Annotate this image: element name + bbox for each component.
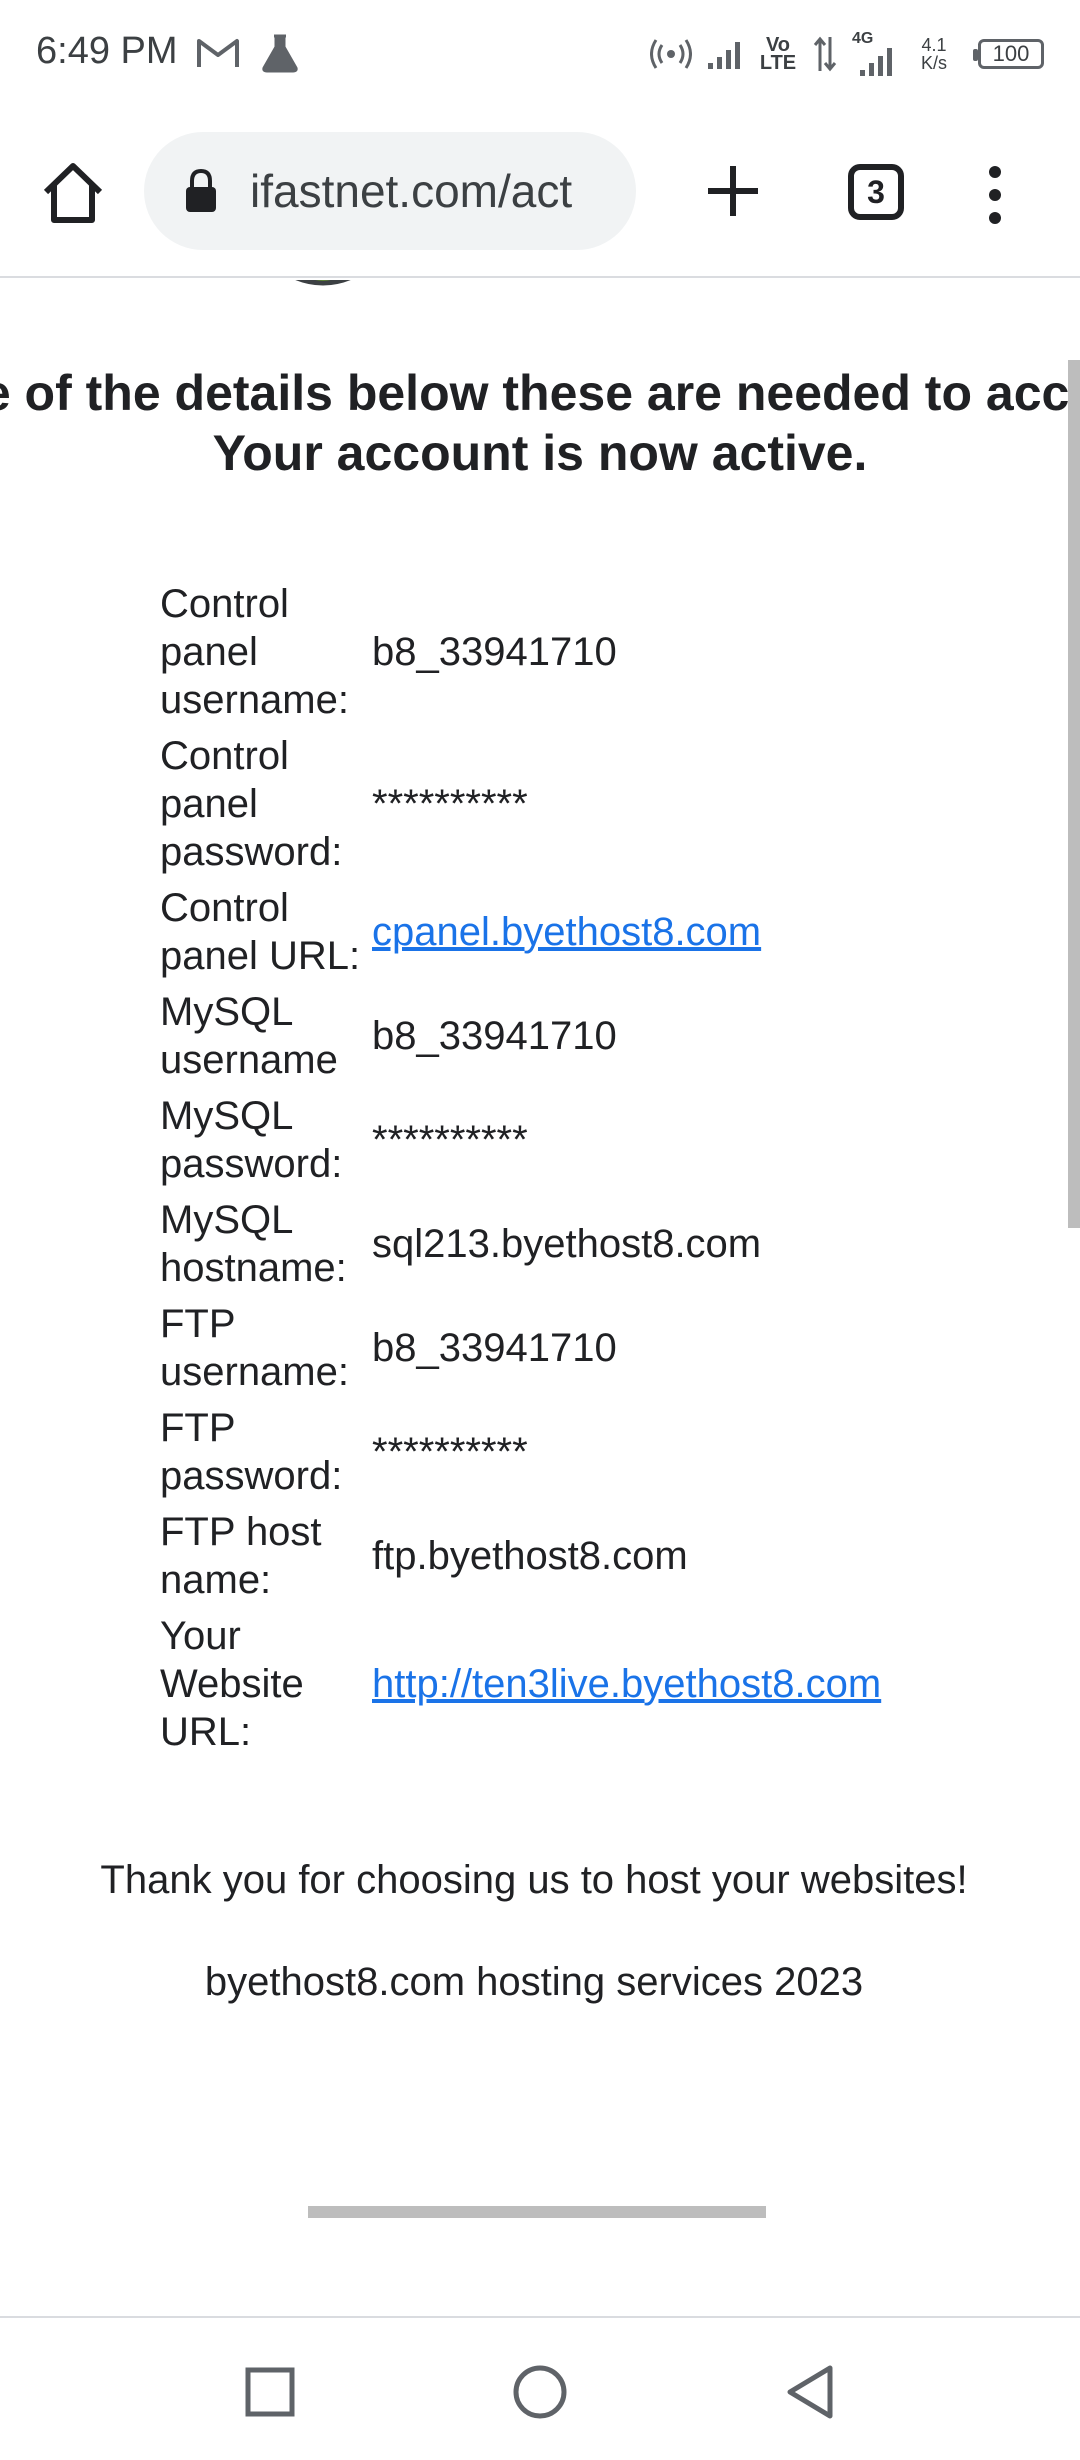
home-circle-icon[interactable] <box>510 2362 570 2422</box>
cpanel-url-link[interactable]: cpanel.byethost8.com <box>372 910 761 955</box>
detail-value: ftp.byethost8.com <box>372 1533 688 1578</box>
navigation-bar <box>0 2316 1080 2460</box>
detail-value: ********** <box>372 781 528 826</box>
website-url-link[interactable]: http://ten3live.byethost8.com <box>372 1662 881 1707</box>
detail-value: b8_33941710 <box>372 1325 617 1370</box>
web-page: e of the details below these are needed … <box>0 280 1080 2316</box>
signal-icon <box>708 42 740 69</box>
detail-label: MySQL hostname: <box>160 1198 347 1290</box>
more-vert-icon[interactable] <box>970 160 1020 230</box>
network-speed-unit: K/s <box>920 53 947 73</box>
detail-label: FTP host name: <box>160 1510 322 1602</box>
detail-row-ftp-hostname: FTP host name: ftp.byethost8.com <box>160 1504 1020 1608</box>
detail-label: Control panel username: <box>160 582 349 722</box>
notice-text: e of the details below these are needed … <box>0 365 1080 421</box>
detail-label: FTP password: <box>160 1406 343 1498</box>
detail-label: Your Website URL: <box>160 1614 304 1754</box>
plus-icon[interactable] <box>700 158 766 224</box>
status-notification-icons <box>196 30 300 76</box>
detail-label: FTP username: <box>160 1302 349 1394</box>
browser-toolbar: ifastnet.com/act 3 <box>0 108 1080 278</box>
detail-row-website-url: Your Website URL: http://ten3live.byetho… <box>160 1608 1020 1760</box>
account-details-table: Control panel username: b8_33941710 Cont… <box>160 576 1020 1760</box>
address-bar[interactable]: ifastnet.com/act <box>144 132 636 250</box>
vertical-scrollbar[interactable] <box>1068 360 1080 1228</box>
horizontal-scrollbar[interactable] <box>308 2206 766 2218</box>
status-bar: 6:49 PM Vo LTE 4G 4.1 K/s 100 <box>0 0 1080 108</box>
detail-row-cp-username: Control panel username: b8_33941710 <box>160 576 1020 728</box>
battery-icon: 100 <box>973 39 1044 69</box>
detail-value: b8_33941710 <box>372 629 617 674</box>
lock-icon[interactable] <box>184 168 218 214</box>
detail-value: ********** <box>372 1429 528 1474</box>
data-arrows-icon <box>813 36 837 72</box>
detail-row-ftp-username: FTP username: b8_33941710 <box>160 1296 1020 1400</box>
home-icon[interactable] <box>38 158 108 228</box>
logo-fragment <box>295 280 351 286</box>
screen: 6:49 PM Vo LTE 4G 4.1 K/s 100 ifastnet.c… <box>0 0 1080 2460</box>
url-text[interactable]: ifastnet.com/act <box>250 164 636 218</box>
lab-flask-icon <box>262 34 298 73</box>
detail-row-mysql-password: MySQL password: ********** <box>160 1088 1020 1192</box>
detail-row-cp-password: Control panel password: ********** <box>160 728 1020 880</box>
hotspot-icon <box>650 39 692 69</box>
network-speed-value: 4.1 <box>921 35 947 55</box>
detail-label: Control panel password: <box>160 734 343 874</box>
signal-4g-icon: 4G <box>852 30 894 78</box>
status-system-icons: Vo LTE 4G 4.1 K/s 100 <box>650 26 1044 82</box>
status-time: 6:49 PM <box>36 30 178 72</box>
network-speed: 4.1 K/s <box>914 36 954 72</box>
detail-row-mysql-hostname: MySQL hostname: sql213.byethost8.com <box>160 1192 1020 1296</box>
gmail-icon <box>197 39 239 67</box>
account-active-heading: Your account is now active. <box>212 425 868 481</box>
tab-switcher-icon[interactable]: 3 <box>848 164 904 220</box>
detail-value: ********** <box>372 1117 528 1162</box>
detail-row-ftp-password: FTP password: ********** <box>160 1400 1020 1504</box>
back-triangle-icon[interactable] <box>780 2362 840 2422</box>
footer-text: byethost8.com hosting services 2023 <box>204 1960 864 2004</box>
detail-label: MySQL password: <box>160 1094 343 1186</box>
recents-square-icon[interactable] <box>240 2362 300 2422</box>
detail-value: b8_33941710 <box>372 1013 617 1058</box>
volte-icon: Vo LTE <box>758 35 798 74</box>
detail-row-cp-url: Control panel URL: cpanel.byethost8.com <box>160 880 1020 984</box>
thank-you-text: Thank you for choosing us to host your w… <box>100 1858 968 1902</box>
detail-label: MySQL username <box>160 990 338 1082</box>
volte-bottom-text: LTE <box>759 52 797 74</box>
detail-value: sql213.byethost8.com <box>372 1221 762 1266</box>
detail-row-mysql-username: MySQL username b8_33941710 <box>160 984 1020 1088</box>
detail-label: Control panel URL: <box>160 886 361 978</box>
